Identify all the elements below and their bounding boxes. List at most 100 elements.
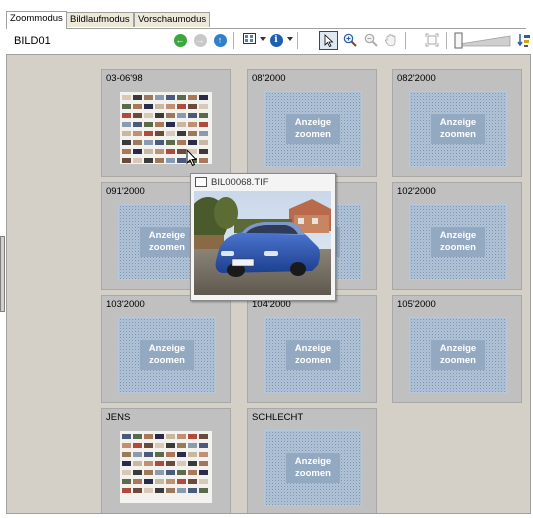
mini-thumbnail[interactable]: [122, 122, 131, 127]
mini-thumbnail[interactable]: [166, 158, 175, 163]
mini-thumbnail[interactable]: [122, 131, 131, 136]
mini-thumbnail[interactable]: [133, 443, 142, 448]
folder-cell[interactable]: 102'2000 Anzeige zoomen: [392, 182, 522, 290]
mini-thumbnail[interactable]: [199, 140, 208, 145]
folder-cell[interactable]: 03-06'98: [101, 69, 231, 177]
mini-thumbnail[interactable]: [155, 140, 164, 145]
mini-thumbnail[interactable]: [199, 104, 208, 109]
up-icon[interactable]: ↑: [212, 32, 228, 48]
tab-vorschaumodus[interactable]: Vorschaumodus: [134, 12, 211, 27]
zoom-out-icon[interactable]: [363, 32, 379, 48]
mini-thumbnail[interactable]: [166, 95, 175, 100]
mini-thumbnail[interactable]: [155, 434, 164, 439]
zoom-placeholder[interactable]: Anzeigezoomen: [409, 204, 507, 280]
zoom-placeholder[interactable]: Anzeigezoomen: [264, 317, 362, 393]
mini-thumbnail[interactable]: [133, 95, 142, 100]
mini-thumbnail[interactable]: [177, 443, 186, 448]
mini-thumbnail[interactable]: [144, 113, 153, 118]
mini-thumbnail[interactable]: [199, 488, 208, 493]
left-panel-edge[interactable]: [0, 236, 5, 312]
mini-thumbnail[interactable]: [177, 158, 186, 163]
mini-thumbnail[interactable]: [155, 470, 164, 475]
mini-thumbnail[interactable]: [188, 452, 197, 457]
mini-thumbnail[interactable]: [199, 470, 208, 475]
mini-thumbnail[interactable]: [122, 470, 131, 475]
mini-thumbnail[interactable]: [188, 470, 197, 475]
mini-thumbnail[interactable]: [188, 461, 197, 466]
mini-thumbnail[interactable]: [177, 461, 186, 466]
mini-thumbnail[interactable]: [188, 131, 197, 136]
mini-thumbnail[interactable]: [188, 479, 197, 484]
zoom-slider[interactable]: [454, 32, 512, 49]
mini-thumbnail[interactable]: [188, 113, 197, 118]
mini-thumbnail[interactable]: [144, 104, 153, 109]
folder-cell[interactable]: 103'2000 Anzeige zoomen: [101, 295, 231, 403]
mini-thumbnail[interactable]: [177, 488, 186, 493]
mini-thumbnail[interactable]: [133, 158, 142, 163]
mini-thumbnail[interactable]: [122, 140, 131, 145]
mini-thumbnail[interactable]: [188, 488, 197, 493]
mini-thumbnail[interactable]: [144, 131, 153, 136]
mini-thumbnail[interactable]: [122, 158, 131, 163]
mini-thumbnail[interactable]: [177, 95, 186, 100]
mini-thumbnail[interactable]: [199, 122, 208, 127]
mini-thumbnail[interactable]: [166, 479, 175, 484]
mini-thumbnail[interactable]: [166, 149, 175, 154]
mini-thumbnail[interactable]: [144, 95, 153, 100]
mini-thumbnail[interactable]: [122, 104, 131, 109]
mini-thumbnail[interactable]: [166, 434, 175, 439]
mini-thumbnail[interactable]: [199, 434, 208, 439]
mini-thumbnail[interactable]: [199, 158, 208, 163]
mini-thumbnail[interactable]: [133, 104, 142, 109]
thumbnail-grid[interactable]: [120, 431, 212, 503]
mini-thumbnail[interactable]: [122, 443, 131, 448]
mini-thumbnail[interactable]: [133, 434, 142, 439]
mini-thumbnail[interactable]: [122, 452, 131, 457]
mini-thumbnail[interactable]: [144, 488, 153, 493]
mini-thumbnail[interactable]: [133, 470, 142, 475]
mini-thumbnail[interactable]: [133, 479, 142, 484]
mini-thumbnail[interactable]: [199, 95, 208, 100]
zoom-placeholder[interactable]: Anzeigezoomen: [264, 430, 362, 506]
mini-thumbnail[interactable]: [155, 452, 164, 457]
folder-cell[interactable]: 105'2000 Anzeige zoomen: [392, 295, 522, 403]
mini-thumbnail[interactable]: [155, 443, 164, 448]
forward-icon[interactable]: →: [192, 32, 208, 48]
folder-cell[interactable]: 104'2000 Anzeige zoomen: [247, 295, 377, 403]
mini-thumbnail[interactable]: [166, 452, 175, 457]
mini-thumbnail[interactable]: [177, 452, 186, 457]
mini-thumbnail[interactable]: [177, 149, 186, 154]
mini-thumbnail[interactable]: [155, 95, 164, 100]
mini-thumbnail[interactable]: [144, 158, 153, 163]
mini-thumbnail[interactable]: [199, 131, 208, 136]
mini-thumbnail[interactable]: [155, 479, 164, 484]
mini-thumbnail[interactable]: [177, 470, 186, 475]
mini-thumbnail[interactable]: [177, 140, 186, 145]
tab-zoommodus[interactable]: Zoommodus: [6, 11, 67, 29]
folder-cell[interactable]: 08'2000 Anzeige zoomen: [247, 69, 377, 177]
mini-thumbnail[interactable]: [155, 158, 164, 163]
mini-thumbnail[interactable]: [177, 131, 186, 136]
back-icon[interactable]: ←: [172, 32, 188, 48]
mini-thumbnail[interactable]: [133, 452, 142, 457]
mini-thumbnail[interactable]: [133, 122, 142, 127]
mini-thumbnail[interactable]: [133, 131, 142, 136]
mini-thumbnail[interactable]: [199, 479, 208, 484]
mini-thumbnail[interactable]: [177, 434, 186, 439]
mini-thumbnail[interactable]: [166, 113, 175, 118]
mini-thumbnail[interactable]: [199, 443, 208, 448]
mini-thumbnail[interactable]: [122, 113, 131, 118]
mini-thumbnail[interactable]: [177, 113, 186, 118]
mini-thumbnail[interactable]: [166, 140, 175, 145]
mini-thumbnail[interactable]: [188, 104, 197, 109]
sort-icon[interactable]: [516, 32, 532, 48]
mini-thumbnail[interactable]: [166, 104, 175, 109]
zoom-placeholder[interactable]: Anzeigezoomen: [409, 317, 507, 393]
mini-thumbnail[interactable]: [122, 479, 131, 484]
mini-thumbnail[interactable]: [133, 488, 142, 493]
mini-thumbnail[interactable]: [155, 113, 164, 118]
mini-thumbnail[interactable]: [144, 443, 153, 448]
mini-thumbnail[interactable]: [166, 488, 175, 493]
mini-thumbnail[interactable]: [133, 149, 142, 154]
zoom-placeholder[interactable]: Anzeigezoomen: [409, 91, 507, 167]
